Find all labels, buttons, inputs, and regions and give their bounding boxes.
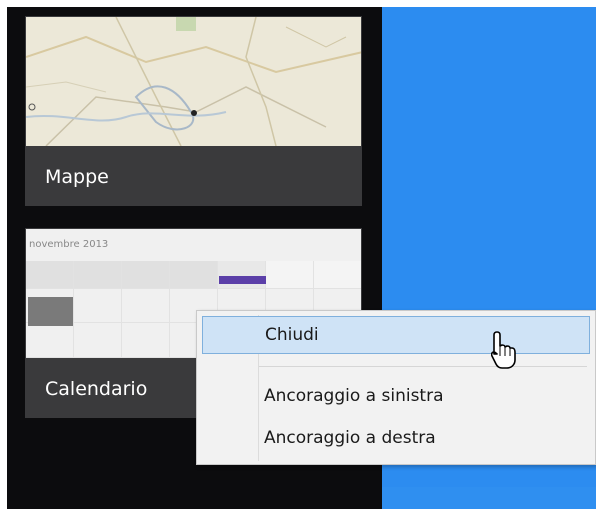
calendar-cell — [74, 289, 122, 323]
calendar-cell — [218, 261, 266, 289]
map-thumbnail — [26, 17, 361, 146]
menu-item-close[interactable]: Chiudi — [202, 316, 590, 354]
menu-item-label: Ancoraggio a destra — [264, 428, 436, 448]
menu-separator — [259, 366, 587, 367]
calendar-cell — [266, 261, 314, 289]
calendar-cell — [122, 323, 170, 358]
tile-label-calendar: Calendario — [45, 378, 148, 400]
desktop-background-strip — [382, 487, 596, 509]
calendar-cell — [314, 261, 361, 289]
tile-label-maps: Mappe — [45, 166, 109, 188]
calendar-cell — [74, 323, 122, 358]
calendar-cell — [74, 261, 122, 289]
hand-pointer-icon — [491, 331, 516, 369]
calendar-month-label: novembre 2013 — [29, 239, 109, 250]
calendar-cell — [170, 261, 218, 289]
calendar-cell — [26, 323, 74, 358]
menu-item-label: Ancoraggio a sinistra — [264, 386, 444, 406]
calendar-today-cell — [28, 297, 73, 326]
calendar-cell — [122, 261, 170, 289]
calendar-cell — [26, 261, 74, 289]
context-menu: Chiudi Ancoraggio a sinistra Ancoraggio … — [196, 310, 596, 465]
tile-caption: Mappe — [26, 146, 361, 205]
menu-item-snap-left[interactable]: Ancoraggio a sinistra — [202, 378, 590, 416]
calendar-cell — [122, 289, 170, 323]
app-tile-maps[interactable]: Mappe — [25, 16, 362, 206]
map-roads-graphic — [26, 17, 361, 146]
calendar-event-bar — [219, 276, 266, 284]
menu-item-label: Chiudi — [265, 325, 319, 345]
menu-item-snap-right[interactable]: Ancoraggio a destra — [202, 420, 590, 458]
